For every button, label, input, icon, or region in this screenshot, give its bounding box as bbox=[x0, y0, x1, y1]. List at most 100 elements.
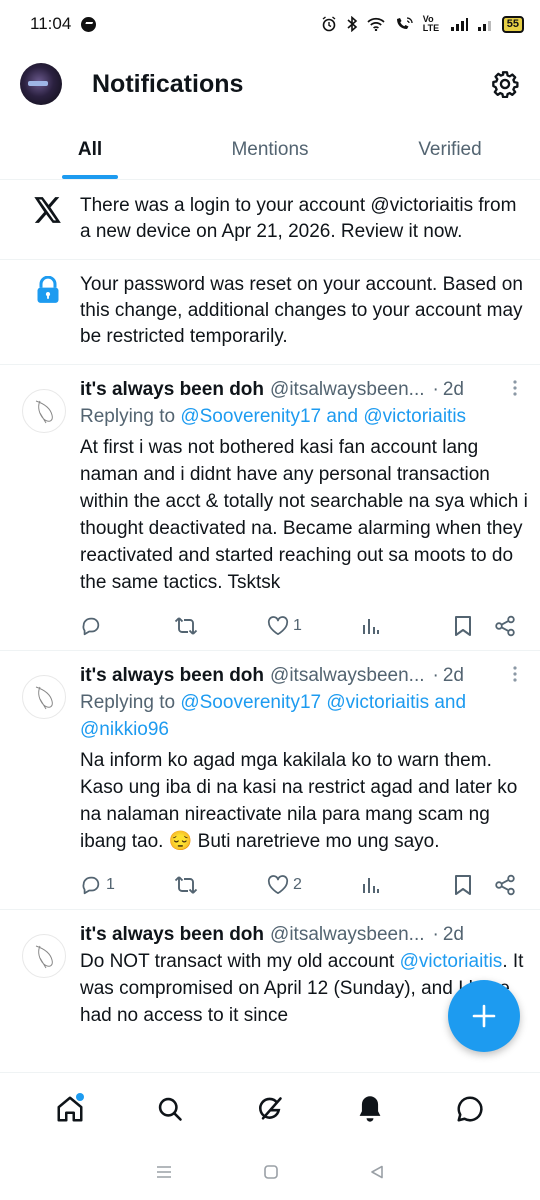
notification-text: There was a login to your account @victo… bbox=[80, 195, 517, 242]
messenger-icon bbox=[81, 16, 97, 32]
android-system-navigation bbox=[0, 1144, 540, 1200]
reply-tweet[interactable]: it's always been doh @itsalwaysbeen... ·… bbox=[0, 365, 540, 651]
login-notification[interactable]: There was a login to your account @victo… bbox=[0, 181, 540, 260]
settings-button[interactable] bbox=[490, 69, 520, 99]
tweet-secondary-actions bbox=[454, 874, 516, 896]
bookmark-icon[interactable] bbox=[454, 874, 472, 896]
bookmark-icon[interactable] bbox=[454, 615, 472, 637]
more-options-icon[interactable] bbox=[512, 665, 518, 683]
reply-button[interactable] bbox=[80, 615, 120, 637]
views-button[interactable] bbox=[361, 616, 401, 636]
user-avatar[interactable] bbox=[22, 934, 66, 978]
reply-count: 1 bbox=[106, 876, 115, 893]
separator-dot: · bbox=[432, 665, 439, 686]
notifications-feed: There was a login to your account @victo… bbox=[0, 181, 540, 1071]
reply-icon bbox=[82, 876, 100, 895]
like-count: 2 bbox=[293, 876, 302, 893]
back-triangle-icon[interactable] bbox=[369, 1164, 385, 1180]
battery-indicator: 55 bbox=[501, 15, 524, 33]
top-app-bar: Notifications bbox=[0, 48, 540, 120]
password-reset-notification[interactable]: Your password was reset on your account.… bbox=[0, 260, 540, 365]
volte-label: Vo LTE bbox=[422, 14, 440, 33]
status-bar: 11:04 Vo LTE 55 bbox=[0, 0, 540, 48]
reply-mentions-2[interactable]: @nikkio96 bbox=[80, 719, 169, 740]
separator-dot: · bbox=[432, 379, 439, 400]
messages-icon bbox=[457, 1095, 483, 1121]
reply-mentions[interactable]: @Sooverenity17 @victoriaitis and bbox=[180, 692, 466, 713]
tweet-time: 2d bbox=[442, 665, 464, 686]
repost-button[interactable] bbox=[174, 874, 214, 896]
bottom-navigation bbox=[0, 1072, 540, 1144]
tweet-time: 2d bbox=[442, 379, 464, 400]
profile-avatar[interactable] bbox=[20, 63, 62, 105]
sketch-avatar-icon bbox=[35, 686, 53, 710]
tweet-text-part1: Do NOT transact with my old account bbox=[80, 951, 400, 972]
share-icon[interactable] bbox=[494, 615, 516, 637]
bluetooth-icon bbox=[347, 16, 357, 32]
icon-slot bbox=[16, 193, 80, 245]
reply-button[interactable]: 1 bbox=[80, 874, 120, 896]
reply-icon bbox=[82, 617, 100, 636]
heart-icon bbox=[267, 616, 289, 636]
nav-messages[interactable] bbox=[446, 1085, 494, 1133]
reply-tweet[interactable]: it's always been doh @itsalwaysbeen... ·… bbox=[0, 651, 540, 910]
repost-button[interactable] bbox=[174, 615, 214, 637]
share-icon[interactable] bbox=[494, 874, 516, 896]
user-avatar[interactable] bbox=[22, 675, 66, 719]
tweet-time: 2d bbox=[442, 924, 464, 945]
tab-verified[interactable]: Verified bbox=[360, 120, 540, 179]
tweet-secondary-actions bbox=[454, 615, 516, 637]
compose-post-button[interactable] bbox=[448, 980, 520, 1052]
tweet-header: it's always been doh @itsalwaysbeen... ·… bbox=[80, 377, 528, 403]
tweet-body: it's always been doh @itsalwaysbeen... ·… bbox=[80, 663, 528, 899]
sketch-avatar-icon bbox=[35, 400, 53, 424]
icon-slot bbox=[16, 272, 80, 350]
tweet-header: it's always been doh @itsalwaysbeen... ·… bbox=[80, 663, 528, 689]
tab-label: Verified bbox=[418, 138, 482, 160]
user-handle[interactable]: @itsalwaysbeen... bbox=[270, 663, 424, 689]
tab-all[interactable]: All bbox=[0, 120, 180, 179]
notification-text: Your password was reset on your account.… bbox=[80, 274, 523, 347]
more-options-icon[interactable] bbox=[512, 379, 518, 397]
wifi-icon bbox=[367, 17, 385, 31]
views-chart-icon bbox=[362, 619, 379, 634]
notifications-bell-icon bbox=[359, 1095, 381, 1122]
gear-icon bbox=[492, 71, 519, 98]
reply-mentions[interactable]: @Sooverenity17 and @victoriaitis bbox=[180, 406, 466, 427]
like-button[interactable]: 2 bbox=[267, 875, 307, 895]
like-count: 1 bbox=[293, 617, 302, 634]
wifi-calling-icon bbox=[396, 17, 413, 29]
home-square-icon[interactable] bbox=[263, 1164, 279, 1180]
x-logo-icon bbox=[34, 197, 61, 223]
nav-search[interactable] bbox=[146, 1085, 194, 1133]
replying-to: Replying to @Sooverenity17 and @victoria… bbox=[80, 403, 528, 430]
display-name[interactable]: it's always been doh bbox=[80, 922, 264, 948]
nav-grok[interactable] bbox=[246, 1085, 294, 1133]
tweet-actions: 1 2 bbox=[80, 871, 528, 899]
display-name[interactable]: it's always been doh bbox=[80, 377, 264, 403]
like-button[interactable]: 1 bbox=[267, 616, 307, 636]
display-name[interactable]: it's always been doh bbox=[80, 663, 264, 689]
user-handle[interactable]: @itsalwaysbeen... bbox=[270, 922, 424, 948]
user-avatar[interactable] bbox=[22, 389, 66, 433]
replying-to-prefix: Replying to bbox=[80, 406, 181, 427]
views-button[interactable] bbox=[361, 875, 401, 895]
nav-notifications[interactable] bbox=[346, 1085, 394, 1133]
tab-mentions[interactable]: Mentions bbox=[180, 120, 360, 179]
tweet-text: At first i was not bothered kasi fan acc… bbox=[80, 437, 528, 593]
nav-home[interactable] bbox=[46, 1085, 94, 1133]
repost-icon bbox=[174, 876, 197, 894]
tweet-body: it's always been doh @itsalwaysbeen... ·… bbox=[80, 377, 528, 640]
separator-dot: · bbox=[432, 924, 439, 945]
lock-icon bbox=[37, 276, 59, 303]
grok-icon bbox=[259, 1096, 282, 1120]
recents-menu-icon[interactable] bbox=[155, 1164, 173, 1180]
signal-icon bbox=[450, 18, 468, 31]
status-icons: Vo LTE 55 bbox=[321, 15, 524, 33]
notification-tabs: All Mentions Verified bbox=[0, 120, 540, 180]
signal-2-icon bbox=[477, 21, 491, 31]
user-handle[interactable]: @itsalwaysbeen... bbox=[270, 377, 424, 403]
tweet-text: Na inform ko agad mga kakilala ko to war… bbox=[80, 750, 518, 852]
alarm-icon bbox=[322, 16, 336, 32]
account-mention-link[interactable]: @victoriaitis bbox=[400, 951, 503, 972]
